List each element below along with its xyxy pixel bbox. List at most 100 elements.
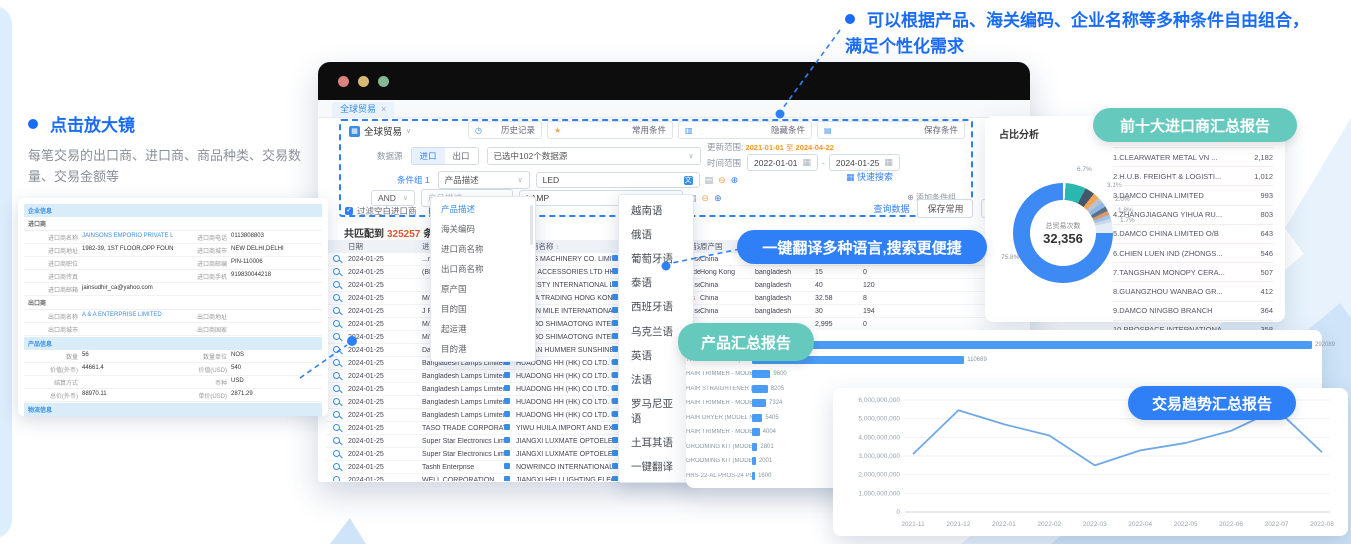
rank-row[interactable]: 2.H.U.B. FREIGHT & LOGISTI...1,012	[1113, 167, 1273, 186]
link-icon[interactable]	[504, 450, 516, 458]
date-from-input[interactable]: 2022-01-01▦	[747, 154, 818, 171]
plus-circle-icon[interactable]: ⊕	[714, 193, 722, 204]
magnifier-icon[interactable]	[326, 449, 348, 459]
magnifier-icon[interactable]	[326, 293, 348, 303]
language-menu-item[interactable]: 俄语	[619, 222, 693, 246]
magnifier-icon[interactable]	[326, 475, 348, 481]
datasource-value: 已选中102个数据源	[494, 150, 568, 162]
field-menu-item[interactable]: 原产国	[431, 279, 535, 299]
link-icon[interactable]	[504, 476, 516, 481]
language-menu-item[interactable]: 葡萄牙语	[619, 246, 693, 270]
magnifier-icon[interactable]	[326, 254, 348, 264]
magnifier-icon[interactable]	[326, 319, 348, 329]
bar-row[interactable]: HAIR TRIMMER - MODEL NO - HT33...9600	[686, 367, 1322, 382]
magnifier-icon[interactable]	[326, 332, 348, 342]
close-traffic-light[interactable]	[338, 76, 349, 87]
detail-value[interactable]: A & A ENTERPRISE LIMITED	[82, 310, 173, 322]
field-menu-item[interactable]: 产品描述	[431, 199, 535, 219]
link-icon[interactable]	[504, 424, 516, 432]
rank-row[interactable]: 7.TANGSHAN MONOPY CERA...507	[1113, 263, 1273, 282]
save-common-button[interactable]: 保存常用	[917, 199, 973, 218]
magnifier-icon[interactable]	[326, 267, 348, 277]
toolbar-button-save[interactable]: ▤保存条件	[817, 121, 965, 139]
zoom-traffic-light[interactable]	[378, 76, 389, 87]
search-data-link[interactable]: 查询数据	[873, 202, 909, 215]
magnifier-icon[interactable]	[326, 397, 348, 407]
decor-bottom-wedge	[330, 518, 366, 544]
annotation-left-subtitle: 每笔交易的出口商、进口商、商品种类、交易数量、交易金额等	[28, 146, 313, 188]
export-toggle[interactable]: 出口	[445, 148, 478, 164]
link-icon[interactable]	[504, 437, 516, 445]
rank-row[interactable]: 8.GUANGZHOU WANBAO GR...412	[1113, 282, 1273, 301]
rank-row[interactable]: 1.CLEARWATER METAL VN ...2,182	[1113, 148, 1273, 167]
field-menu-item[interactable]: 起运港	[431, 319, 535, 339]
plus-circle-icon[interactable]: ⊕	[731, 175, 739, 186]
detail-label: 出口商城市	[24, 323, 82, 335]
date-to-input[interactable]: 2024-01-25▦	[829, 154, 900, 171]
magnifier-icon[interactable]	[326, 423, 348, 433]
y-tick-label: 0	[896, 509, 900, 516]
language-menu-item[interactable]: 一键翻译	[619, 455, 693, 479]
field-menu-item[interactable]: 进口商名称	[431, 239, 535, 259]
language-menu-item[interactable]: 土耳其语	[619, 431, 693, 455]
update-range-label: 更新范围:	[707, 142, 743, 152]
magnifier-icon[interactable]	[326, 358, 348, 368]
translate-icon[interactable]: 文	[684, 176, 693, 185]
tab-close-icon[interactable]: ×	[381, 104, 386, 114]
and-select[interactable]: AND∨	[371, 190, 415, 206]
field-menu-item[interactable]: 出口商名称	[431, 259, 535, 279]
minus-circle-icon[interactable]: ⊖	[702, 193, 710, 204]
field-menu-item[interactable]: 目的国	[431, 299, 535, 319]
sort-icon[interactable]: ↕	[556, 245, 559, 251]
magnifier-icon[interactable]	[326, 280, 348, 290]
rank-row[interactable]: 9.DAMCO NINGBO BRANCH364	[1113, 302, 1273, 321]
col-header-date[interactable]: 日期	[348, 241, 422, 252]
toolbar-button-hide[interactable]: ▥隐藏条件	[678, 121, 812, 139]
cell-date: 2024-01-25	[348, 438, 422, 445]
datasource-select[interactable]: 已选中102个数据源 ∨	[487, 147, 701, 165]
magnifier-icon[interactable]	[326, 371, 348, 381]
list-icon[interactable]: ▤	[705, 175, 714, 186]
language-menu-item[interactable]: 泰语	[619, 271, 693, 295]
rank-value: 364	[1233, 306, 1273, 315]
magnifier-icon[interactable]	[326, 384, 348, 394]
quick-search-link[interactable]: ▦ 快速搜索	[846, 170, 893, 183]
toolbar-button-history[interactable]: ◷历史记录	[468, 121, 542, 139]
import-export-toggle[interactable]: 进口 出口	[411, 147, 479, 165]
rank-row[interactable]: 5.DAMCO CHINA LIMITED O/B643	[1113, 225, 1273, 244]
filter-importer-checkbox[interactable]: ✓过滤空白进口商	[345, 205, 417, 217]
tab-global-trade[interactable]: 全球贸易×	[332, 102, 394, 117]
app-menu[interactable]: ▦ 全球贸易 ∨	[349, 124, 411, 138]
field-menu-item[interactable]: 海关编码	[431, 219, 535, 239]
cell-exporter: NOWRINCO INTERNATIONAL	[516, 464, 612, 471]
rank-row[interactable]: 4.ZHANGJIAGANG YIHUA RU...803	[1113, 206, 1273, 225]
link-icon[interactable]	[504, 372, 516, 380]
magnifier-icon[interactable]	[326, 345, 348, 355]
link-icon[interactable]	[504, 385, 516, 393]
rank-row[interactable]: 3.DAMCO CHINA LIMITED993	[1113, 186, 1273, 205]
minimize-traffic-light[interactable]	[358, 76, 369, 87]
magnifier-icon[interactable]	[326, 436, 348, 446]
import-toggle[interactable]: 进口	[412, 148, 445, 164]
link-icon[interactable]	[504, 411, 516, 419]
x-tick-label: 2022-03	[1083, 521, 1107, 528]
field-select-1[interactable]: 产品描述∨	[438, 171, 530, 189]
language-menu-item[interactable]: 罗马尼亚语	[619, 392, 693, 431]
language-menu-item[interactable]: 法语	[619, 367, 693, 391]
scrollbar[interactable]	[530, 205, 533, 245]
field-menu-item[interactable]: 目的港	[431, 339, 535, 359]
rank-row[interactable]: 6.CHIEN LUEN IND (ZHONGS...546	[1113, 244, 1273, 263]
magnifier-icon[interactable]	[326, 462, 348, 472]
language-menu-item[interactable]: 越南语	[619, 198, 693, 222]
link-icon[interactable]	[504, 398, 516, 406]
cell-dest: bangladesh	[755, 308, 815, 315]
language-menu-item[interactable]: 西班牙语	[619, 295, 693, 319]
keyword-input-1[interactable]: LED文	[536, 172, 700, 188]
toolbar-button-star[interactable]: ★常用条件	[547, 121, 673, 139]
link-icon[interactable]	[504, 463, 516, 471]
cell-qty: 2,995	[815, 321, 863, 328]
magnifier-icon[interactable]	[326, 410, 348, 420]
detail-value[interactable]: JAINSONS EMPORIO PRIVATE LIMITED	[82, 231, 173, 243]
minus-circle-icon[interactable]: ⊖	[718, 175, 726, 186]
magnifier-icon[interactable]	[326, 306, 348, 316]
